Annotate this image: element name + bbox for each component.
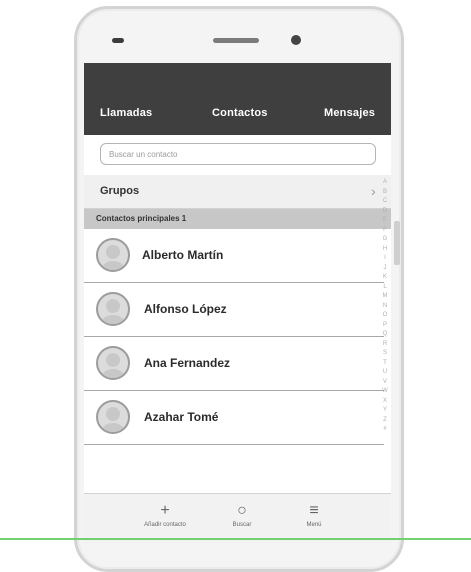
contact-name: Ana Fernandez [144, 356, 231, 370]
side-button [394, 221, 400, 265]
plus-icon: + [160, 502, 170, 519]
index-letter[interactable]: R [380, 340, 390, 350]
phone-screen: Llamadas Contactos Mensajes Grupos › Con… [84, 63, 391, 543]
front-camera [291, 35, 301, 45]
index-letter[interactable]: V [380, 378, 390, 388]
section-label: Contactos principales 1 [96, 214, 187, 223]
groups-row[interactable]: Grupos › [84, 175, 391, 209]
bottom-nav: + Añadir contacto ○ Buscar ≡ Menú [84, 493, 391, 543]
index-letter[interactable]: W [380, 387, 390, 397]
alphabet-index[interactable]: A B C D E F G H I J K L M N O P Q R S T … [380, 178, 390, 435]
index-letter[interactable]: Q [380, 330, 390, 340]
tab-calls[interactable]: Llamadas [100, 107, 152, 119]
index-letter[interactable]: Z [380, 416, 390, 426]
accent-line [0, 538, 471, 540]
index-letter[interactable]: J [380, 264, 390, 274]
groups-label: Grupos [100, 185, 140, 197]
index-letter[interactable]: X [380, 397, 390, 407]
index-letter[interactable]: N [380, 302, 390, 312]
list-item[interactable]: Alfonso López [84, 283, 384, 337]
section-header: Contactos principales 1 [84, 209, 391, 229]
index-letter[interactable]: Y [380, 406, 390, 416]
index-letter[interactable]: # [380, 425, 390, 435]
add-contact-button[interactable]: + Añadir contacto [130, 502, 200, 528]
index-letter[interactable]: O [380, 311, 390, 321]
index-letter[interactable]: U [380, 368, 390, 378]
list-item[interactable]: Ana Fernandez [84, 337, 384, 391]
avatar-icon [96, 292, 130, 326]
add-contact-label: Añadir contacto [144, 522, 186, 528]
index-letter[interactable]: F [380, 226, 390, 236]
earpiece-speaker [213, 38, 259, 43]
index-letter[interactable]: D [380, 207, 390, 217]
index-letter[interactable]: P [380, 321, 390, 331]
front-sensor [112, 38, 124, 43]
tab-messages[interactable]: Mensajes [324, 107, 375, 119]
avatar-icon [96, 400, 130, 434]
index-letter[interactable]: S [380, 349, 390, 359]
contact-name: Azahar Tomé [144, 410, 219, 424]
search-label: Buscar [232, 522, 252, 528]
menu-icon: ≡ [309, 502, 319, 519]
index-letter[interactable]: C [380, 197, 390, 207]
index-letter[interactable]: K [380, 273, 390, 283]
menu-label: Menú [306, 522, 322, 528]
search-button[interactable]: ○ Buscar [207, 502, 277, 528]
search-input[interactable] [101, 144, 375, 165]
index-letter[interactable]: G [380, 235, 390, 245]
search-box [100, 143, 376, 165]
contact-name: Alberto Martín [142, 248, 224, 262]
index-letter[interactable]: H [380, 245, 390, 255]
index-letter[interactable]: I [380, 254, 390, 264]
menu-button[interactable]: ≡ Menú [279, 502, 349, 528]
top-tab-bar: Llamadas Contactos Mensajes [84, 63, 391, 135]
index-letter[interactable]: L [380, 283, 390, 293]
index-letter[interactable]: A [380, 178, 390, 188]
list-item[interactable]: Azahar Tomé [84, 391, 384, 445]
search-icon: ○ [237, 502, 247, 519]
contact-name: Alfonso López [144, 302, 227, 316]
index-letter[interactable]: E [380, 216, 390, 226]
index-letter[interactable]: B [380, 188, 390, 198]
index-letter[interactable]: M [380, 292, 390, 302]
list-item[interactable]: Alberto Martín [84, 229, 384, 283]
chevron-right-icon: › [371, 183, 376, 199]
tab-contacts[interactable]: Contactos [212, 107, 268, 119]
avatar-icon [96, 238, 130, 272]
index-letter[interactable]: T [380, 359, 390, 369]
avatar-icon [96, 346, 130, 380]
